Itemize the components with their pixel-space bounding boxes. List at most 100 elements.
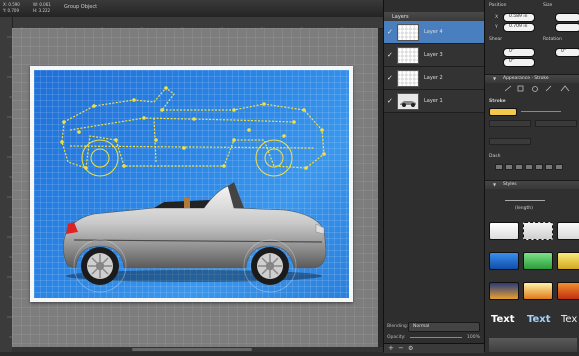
dash-pattern-swatch[interactable] xyxy=(505,164,513,170)
style-tile-green[interactable] xyxy=(523,252,553,270)
style-tile-orange[interactable] xyxy=(523,282,553,300)
add-layer-icon[interactable]: + xyxy=(388,344,394,352)
length-ruler xyxy=(505,200,545,201)
x-position-field[interactable]: 0.589 in xyxy=(503,13,535,22)
style-tile-blue[interactable] xyxy=(489,252,519,270)
disclosure-triangle-icon: ▼ xyxy=(493,76,497,81)
shear-value-2: 0° xyxy=(509,59,515,64)
w-value: 0.061 xyxy=(39,2,51,7)
stroke-cap-control[interactable] xyxy=(489,138,531,145)
style-tile-yellow[interactable] xyxy=(557,252,579,270)
h-value: 3.222 xyxy=(38,8,51,13)
h-readout: H: 3.222 xyxy=(33,8,50,13)
top-toolbar: X: 0.590 Y: 0.709 W: 0.061 H: 3.222 Grou… xyxy=(0,0,475,18)
style-tile-red-orange[interactable] xyxy=(557,282,579,300)
w-label: W: xyxy=(33,2,39,7)
dash-pattern-swatch[interactable] xyxy=(535,164,543,170)
dash-pattern-swatch[interactable] xyxy=(555,164,563,170)
x-field-label: X xyxy=(495,15,499,20)
y-value: 0.709 xyxy=(7,8,19,13)
rotation-value: 0° xyxy=(561,49,567,54)
layers-panel: Layers ✓ Layer 4 ✓ Layer 3 ✓ Layer 2 ✓ L… xyxy=(383,0,484,353)
style-tile-dashed[interactable] xyxy=(523,222,553,240)
shear-field-1[interactable]: 0° xyxy=(503,48,535,57)
text-style-outline[interactable]: Text xyxy=(527,314,551,325)
dash-pattern-swatch[interactable] xyxy=(515,164,523,170)
visibility-checkbox[interactable]: ✓ xyxy=(387,97,393,105)
dash-pattern-swatch[interactable] xyxy=(545,164,553,170)
dash-pattern-swatch[interactable] xyxy=(495,164,503,170)
y-field-label: Y xyxy=(495,25,498,30)
inspector-panel: Position Size X 0.589 in Y 0.709 in Shea… xyxy=(484,0,579,352)
stroke-style-control[interactable] xyxy=(489,120,531,127)
rotation-label: Rotation xyxy=(543,37,562,42)
disclosure-triangle-icon: ▼ xyxy=(493,182,497,187)
layer-name: Layer 4 xyxy=(424,29,443,35)
blueprint-background xyxy=(34,70,349,298)
stroke-color-swatch[interactable] xyxy=(489,108,517,116)
x-value: 0.590 xyxy=(8,2,20,7)
x-readout: X: 0.590 xyxy=(3,2,20,7)
stroke-width-slider[interactable] xyxy=(521,111,561,112)
style-tile-light[interactable] xyxy=(557,222,579,240)
layer-name: Layer 2 xyxy=(424,75,443,81)
style-tile-sunset[interactable] xyxy=(489,282,519,300)
horizontal-scrollbar[interactable] xyxy=(12,347,383,352)
shear-field-2[interactable]: 0° xyxy=(503,58,535,67)
blending-select[interactable]: Normal xyxy=(408,322,480,332)
y-label: Y: xyxy=(3,8,7,13)
visibility-checkbox[interactable]: ✓ xyxy=(387,28,393,36)
layer-row-1[interactable]: ✓ Layer 1 xyxy=(384,90,484,113)
appearance-title: Appearance · Stroke xyxy=(503,76,549,81)
x-position-value: 0.589 in xyxy=(509,14,528,19)
layer-name: Layer 3 xyxy=(424,52,443,58)
shear-value: 0° xyxy=(509,49,515,54)
layer-thumbnail xyxy=(397,47,419,64)
width-field[interactable] xyxy=(555,13,579,22)
front-wheel xyxy=(251,247,289,285)
layer-options-icon[interactable]: ⚙ xyxy=(408,345,413,352)
blending-value: Normal xyxy=(413,324,430,329)
inspector-bottom-tile[interactable] xyxy=(489,338,577,352)
layer-thumbnail-car xyxy=(397,93,419,110)
remove-layer-icon[interactable]: − xyxy=(398,344,404,352)
y-position-value: 0.709 in xyxy=(509,24,528,29)
h-label: H: xyxy=(33,8,38,13)
w-readout: W: 0.061 xyxy=(33,2,51,7)
height-field[interactable] xyxy=(555,23,579,32)
styles-title: Styles xyxy=(503,182,517,187)
rear-wheel xyxy=(81,247,119,285)
layers-header: Layers xyxy=(384,12,484,21)
layer-row-3[interactable]: ✓ Layer 3 xyxy=(384,44,484,67)
car-rendered-drawing[interactable] xyxy=(34,70,349,298)
appearance-section-header[interactable]: ▼ Appearance · Stroke xyxy=(485,74,579,83)
layer-name: Layer 1 xyxy=(424,98,443,104)
artboard[interactable] xyxy=(30,66,353,302)
scrollbar-thumb[interactable] xyxy=(132,348,252,351)
shear-label: Shear xyxy=(489,37,503,42)
text-style-light[interactable]: Tex xyxy=(561,314,577,325)
style-tile-white[interactable] xyxy=(489,222,519,240)
y-position-field[interactable]: 0.709 in xyxy=(503,23,535,32)
visibility-checkbox[interactable]: ✓ xyxy=(387,74,393,82)
visibility-checkbox[interactable]: ✓ xyxy=(387,51,393,59)
stroke-join-control[interactable] xyxy=(535,120,577,127)
dash-label: Dash xyxy=(489,154,501,159)
stroke-tool-icons[interactable] xyxy=(485,84,579,94)
layer-thumbnail xyxy=(397,24,419,41)
position-label: Position xyxy=(489,3,507,8)
styles-section-header[interactable]: ▼ Styles xyxy=(485,180,579,189)
opacity-label: Opacity: xyxy=(387,335,406,340)
stroke-label: Stroke xyxy=(489,99,506,104)
selection-title: Group Object xyxy=(64,4,98,10)
layer-row-4[interactable]: ✓ Layer 4 xyxy=(384,21,484,44)
size-label: Size xyxy=(543,3,553,8)
dash-pattern-swatch[interactable] xyxy=(525,164,533,170)
text-style-plain[interactable]: Text xyxy=(491,314,515,325)
layer-row-2[interactable]: ✓ Layer 2 xyxy=(384,67,484,90)
opacity-row: Opacity: 100% xyxy=(384,332,484,343)
y-readout: Y: 0.709 xyxy=(3,8,19,13)
rotation-field[interactable]: 0° xyxy=(555,48,579,57)
opacity-value: 100% xyxy=(467,335,480,340)
opacity-slider[interactable] xyxy=(410,337,462,338)
